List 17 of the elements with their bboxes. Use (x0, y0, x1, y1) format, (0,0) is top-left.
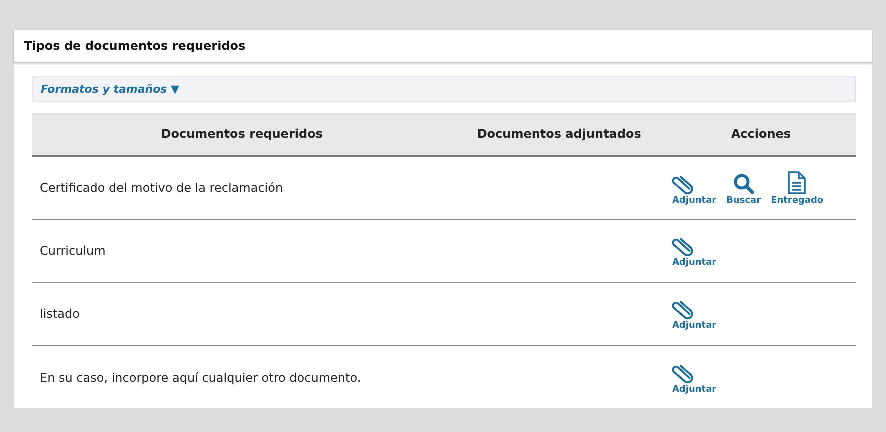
column-header: Documentos requeridos (32, 113, 452, 156)
table-cell: listado (32, 282, 452, 346)
search-icon (732, 172, 755, 194)
search-button[interactable]: Buscar (726, 172, 762, 206)
panel-title: Tipos de documentos requeridos (24, 39, 246, 53)
attach-button[interactable]: Adjuntar (672, 362, 717, 394)
table-cell: Curriculum (32, 220, 452, 282)
table-cell: En su caso, incorpore aquí cualquier otro documento. (32, 346, 452, 410)
attach-button[interactable]: Adjuntar (672, 298, 717, 330)
formats-link[interactable]: Formatos y tamaños ▼ (41, 82, 180, 96)
column-header: Documentos adjuntados (452, 113, 666, 156)
attach-button[interactable]: Adjuntar (672, 172, 717, 206)
column-header: Acciones (666, 113, 856, 156)
document-button[interactable]: Entregado (771, 170, 824, 206)
document-icon (786, 170, 808, 194)
attach-button[interactable]: Adjuntar (672, 234, 717, 268)
table-cell: Certificado del motivo de la reclamación (32, 156, 452, 220)
